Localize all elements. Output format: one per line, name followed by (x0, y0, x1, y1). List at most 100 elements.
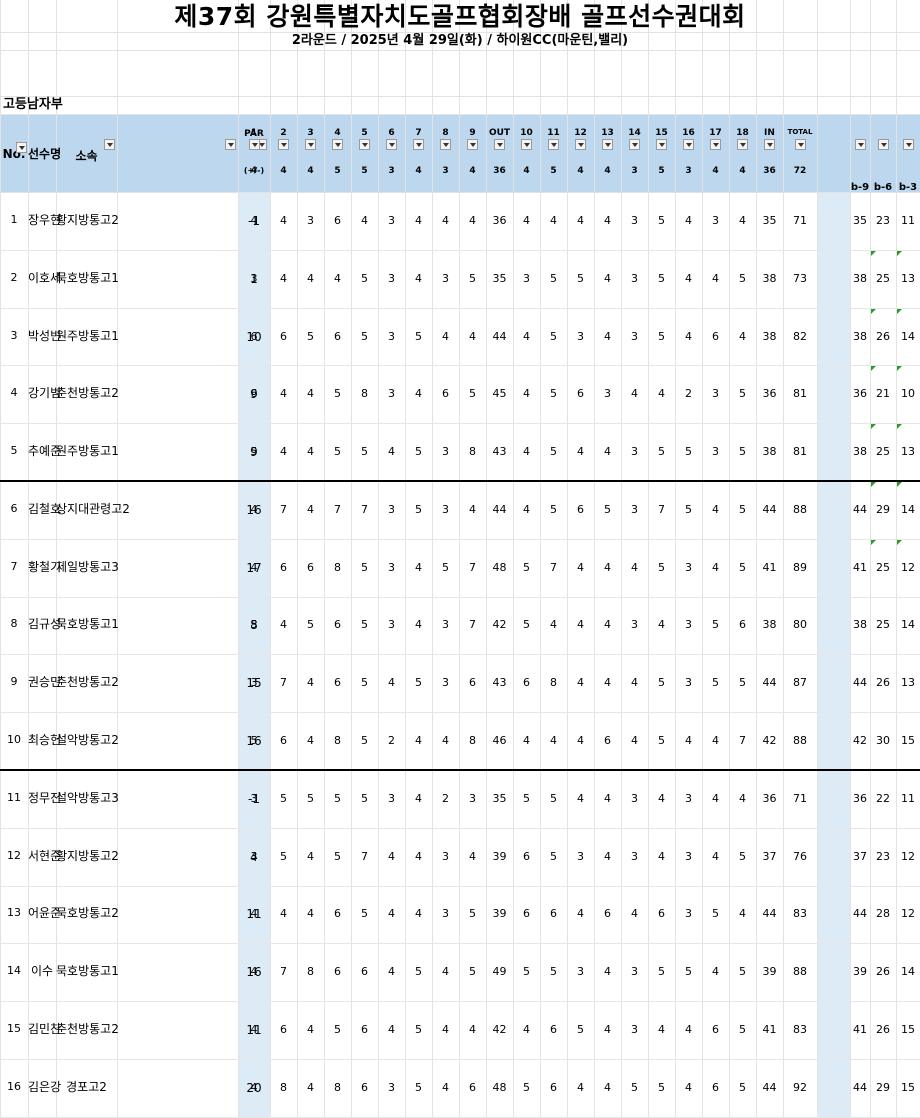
comment-marker (871, 366, 876, 371)
header-hole: 16 (682, 128, 695, 138)
hole-score: 4 (415, 792, 422, 805)
filter-dropdown-hole[interactable] (305, 139, 316, 150)
filter-dropdown-hole[interactable] (494, 139, 505, 150)
filter-dropdown-hole[interactable] (521, 139, 532, 150)
player-name: 장우현 (28, 213, 62, 227)
hole-score: 5 (550, 965, 557, 978)
filter-dropdown-no[interactable] (16, 142, 27, 153)
hole-score: 4 (334, 272, 341, 285)
hole-score: 5 (739, 272, 746, 285)
filter-dropdown-back[interactable] (855, 139, 866, 150)
hole-score: 3 (631, 214, 638, 227)
hole-score: 8 (469, 734, 476, 747)
hole-score: 4 (523, 330, 530, 343)
hole-score: 4 (604, 214, 611, 227)
filter-dropdown-hole[interactable] (467, 139, 478, 150)
header-hole: 17 (709, 128, 722, 138)
back-score: 30 (876, 734, 890, 747)
hole-score: 4 (307, 503, 314, 516)
filter-dropdown-hole[interactable] (710, 139, 721, 150)
header-hole-par: 4 (250, 166, 258, 176)
hole-score: 6 (334, 907, 341, 920)
hole-score: 83 (793, 907, 807, 920)
header-hole: 13 (601, 128, 614, 138)
filter-dropdown-hole[interactable] (249, 139, 260, 150)
hole-score: 5 (739, 561, 746, 574)
hole-score: 4 (577, 907, 584, 920)
hole-score: 5 (250, 734, 258, 747)
hole-score: 5 (658, 965, 665, 978)
back-score: 38 (853, 330, 867, 343)
hole-score: 5 (550, 445, 557, 458)
filter-dropdown-hole[interactable] (656, 139, 667, 150)
hole-score: 4 (631, 734, 638, 747)
hole-score: 4 (250, 907, 258, 920)
back-score: 13 (901, 272, 915, 285)
filter-dropdown-hole[interactable] (440, 139, 451, 150)
hole-score: 5 (577, 1023, 584, 1036)
filter-dropdown-name[interactable] (104, 139, 115, 150)
back-score: 28 (876, 907, 890, 920)
hole-score: 5 (604, 503, 611, 516)
hole-score: 4 (415, 618, 422, 631)
hole-score: 4 (577, 214, 584, 227)
filter-dropdown-hole[interactable] (795, 139, 806, 150)
hole-score: 6 (739, 618, 746, 631)
player-name: 박성빈 (28, 329, 62, 343)
hole-score: 45 (492, 387, 507, 400)
filter-dropdown-school[interactable] (225, 139, 236, 150)
filter-dropdown-hole[interactable] (386, 139, 397, 150)
hole-score: 4 (280, 445, 287, 458)
hole-score: 5 (523, 618, 530, 631)
back-score: 44 (853, 676, 867, 689)
hole-score: 8 (334, 734, 341, 747)
back-score: 26 (876, 676, 890, 689)
header-hole-par: 4 (739, 166, 746, 176)
player-name: 김철호 (28, 502, 62, 516)
hole-score: 6 (577, 387, 584, 400)
filter-dropdown-hole[interactable] (764, 139, 775, 150)
filter-dropdown-back[interactable] (903, 139, 914, 150)
hole-score: 5 (550, 387, 557, 400)
hole-score: 4 (550, 214, 557, 227)
filter-dropdown-hole[interactable] (737, 139, 748, 150)
player-name: 권승민 (28, 675, 62, 689)
back-score: 14 (901, 618, 915, 631)
filter-dropdown-hole[interactable] (278, 139, 289, 150)
filter-dropdown-hole[interactable] (332, 139, 343, 150)
filter-dropdown-hole[interactable] (359, 139, 370, 150)
filter-dropdown-hole[interactable] (602, 139, 613, 150)
filter-dropdown-back[interactable] (878, 139, 889, 150)
hole-score: 76 (793, 850, 807, 863)
filter-dropdown-hole[interactable] (548, 139, 559, 150)
filter-dropdown-hole[interactable] (413, 139, 424, 150)
hole-score: 5 (250, 445, 258, 458)
hole-score: 3 (631, 965, 638, 978)
player-no: 2 (10, 271, 18, 284)
hole-score: 5 (415, 445, 422, 458)
hole-score: 5 (550, 850, 557, 863)
back-label: b-3 (898, 182, 918, 193)
hole-score: 5 (685, 503, 692, 516)
header-hole-par: 36 (493, 166, 506, 176)
player-name: 이수 (30, 964, 54, 978)
hole-score: 8 (334, 561, 341, 574)
hole-score: 35 (492, 272, 507, 285)
hole-score: 6 (658, 907, 665, 920)
filter-dropdown-hole[interactable] (629, 139, 640, 150)
hole-score: 5 (550, 272, 557, 285)
player-school: 경포고2 (66, 1080, 107, 1094)
player-name: 김은강 (28, 1080, 62, 1094)
hole-score: 3 (442, 676, 449, 689)
header-name: 선수명 (28, 147, 62, 161)
header-hole-par: 72 (793, 166, 807, 176)
back-score: 25 (876, 272, 890, 285)
player-school: 묵호방통고2 (56, 906, 119, 920)
header-band (0, 114, 920, 192)
hole-score: 3 (442, 907, 449, 920)
hole-score: 6 (334, 676, 341, 689)
filter-dropdown-hole[interactable] (683, 139, 694, 150)
hole-score: 5 (739, 387, 746, 400)
filter-dropdown-hole[interactable] (575, 139, 586, 150)
hole-score: 4 (250, 965, 258, 978)
